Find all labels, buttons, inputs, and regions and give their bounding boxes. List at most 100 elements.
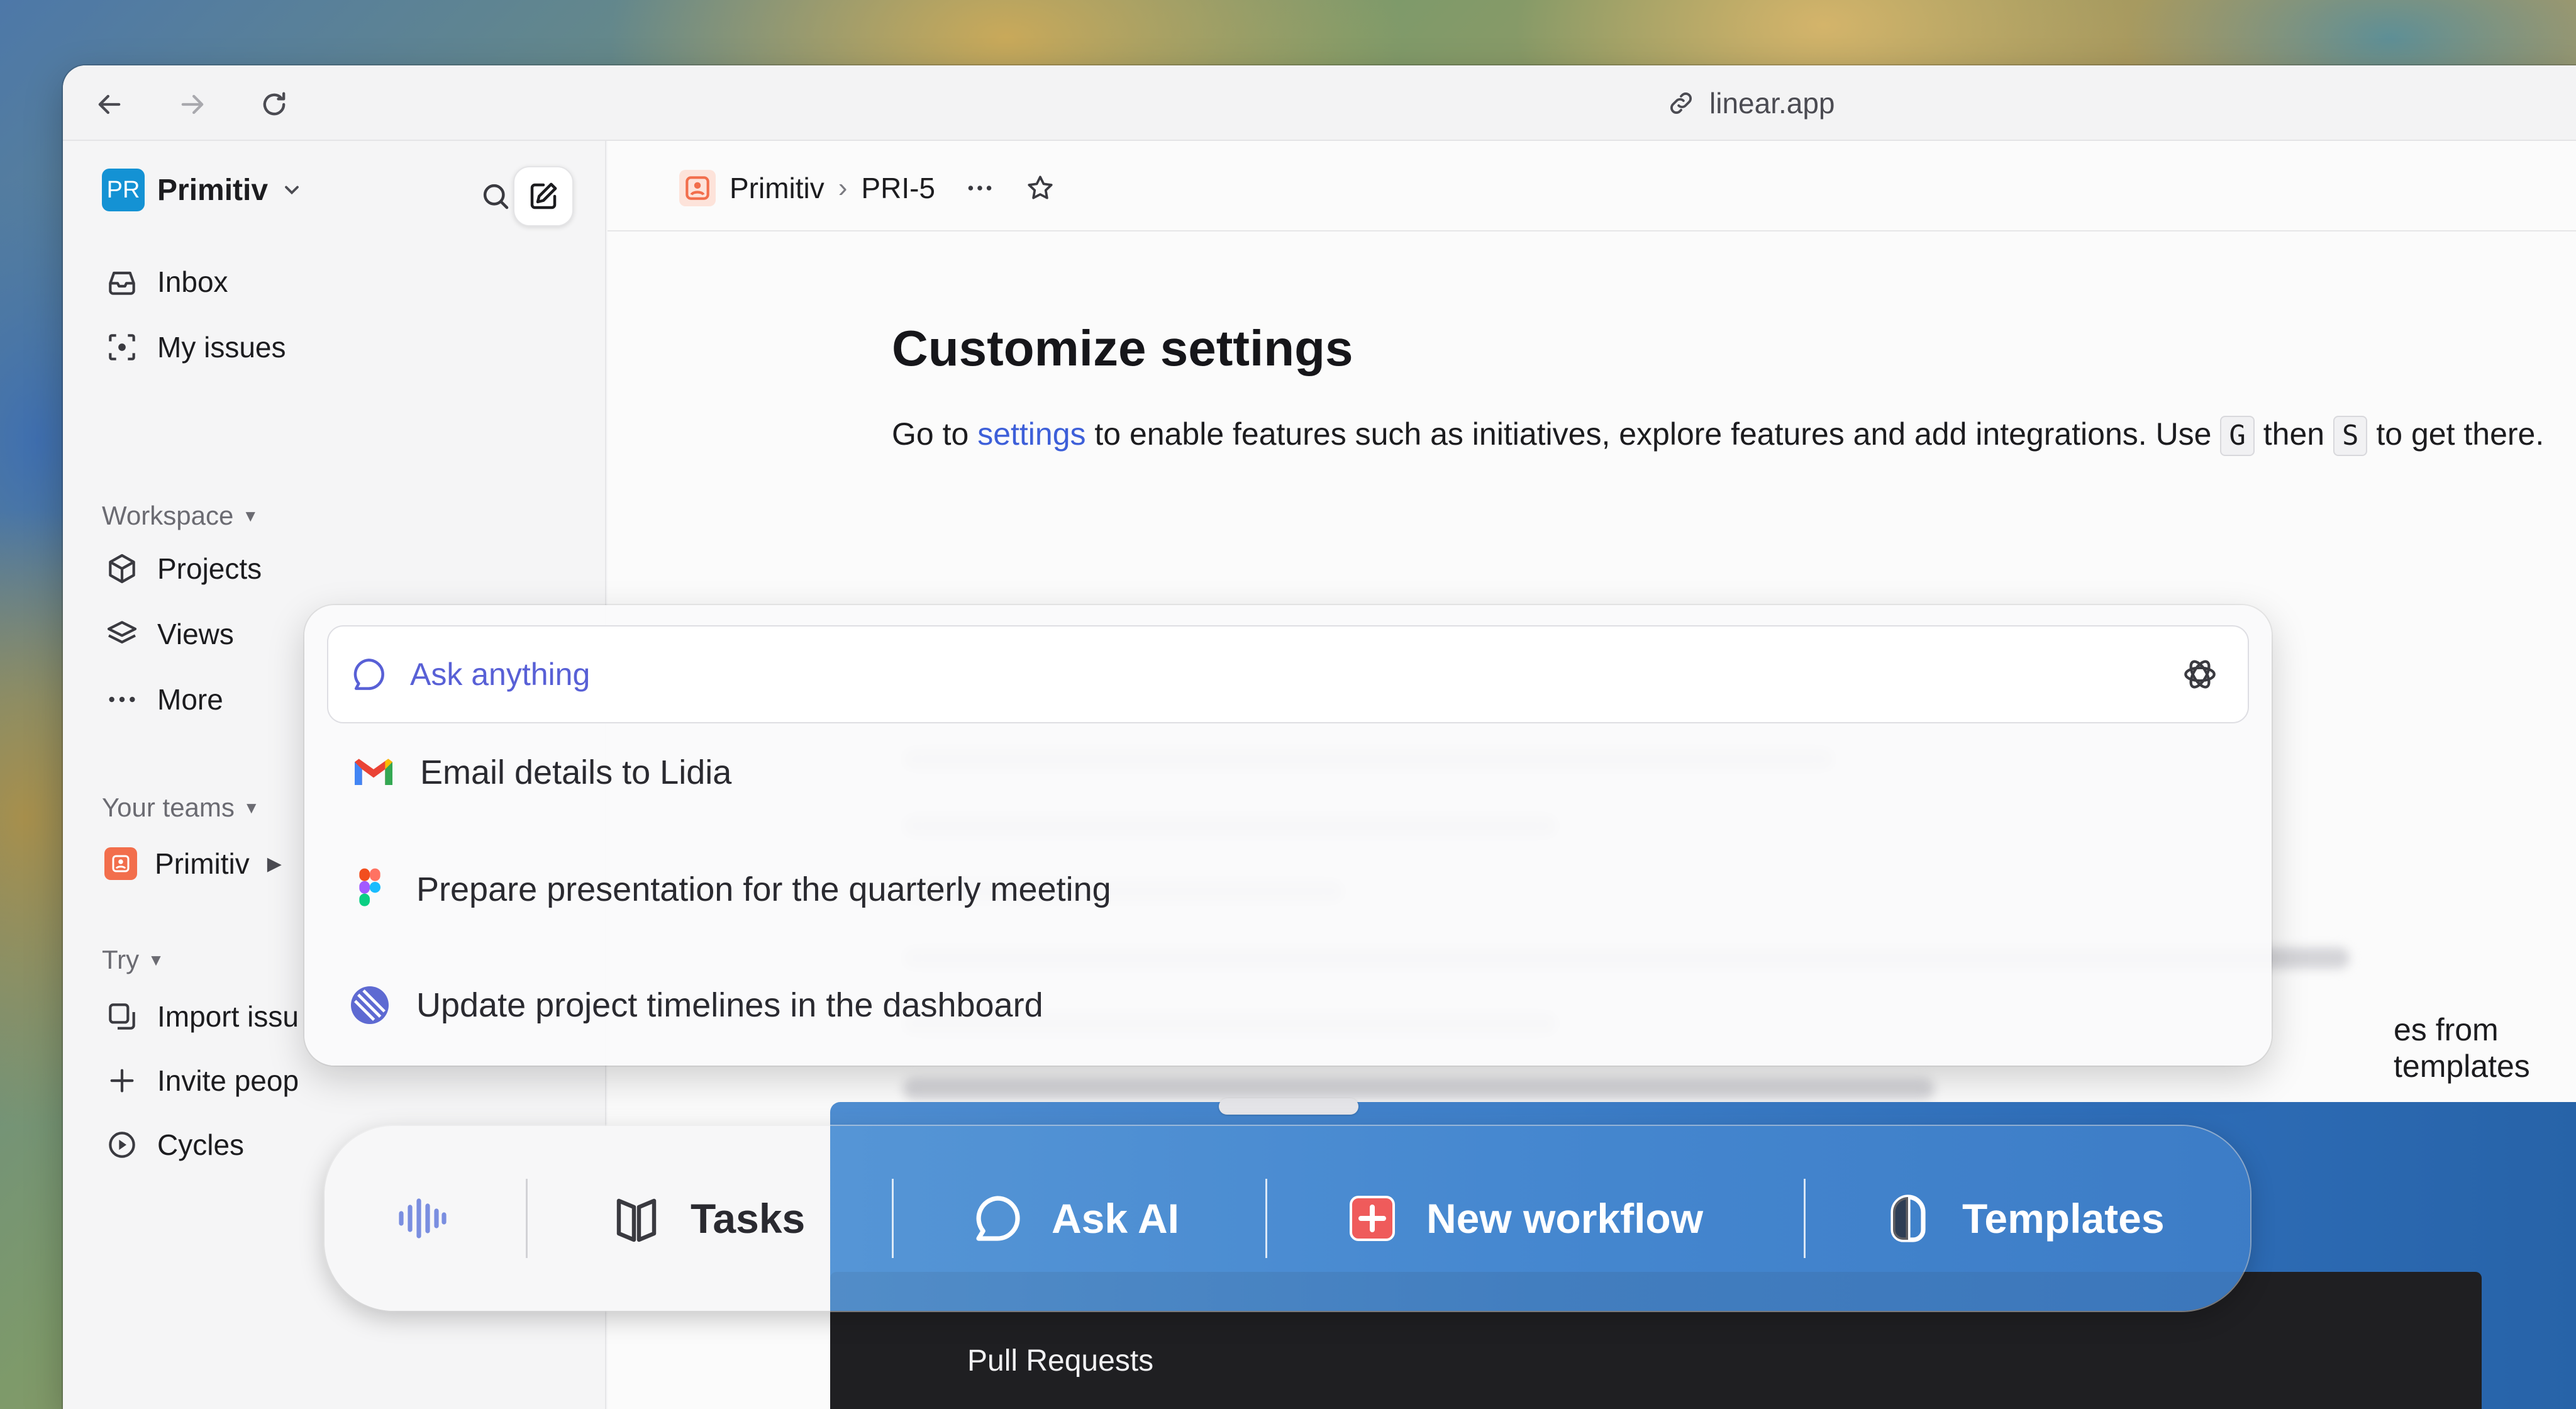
more-icon [109, 696, 135, 703]
templates-icon [1890, 1195, 1926, 1242]
suggestion-label: Email details to Lidia [420, 754, 732, 791]
section-label: Try [102, 945, 140, 974]
reload-button[interactable] [255, 86, 293, 123]
suggestion-email[interactable]: Email details to Lidia [348, 747, 731, 798]
caret-down-icon: ▼ [148, 950, 164, 969]
plus-icon [110, 1069, 134, 1093]
sidebar-item-projects[interactable]: Projects [104, 551, 262, 586]
issue-description[interactable]: Go to settings to enable features such a… [892, 408, 2576, 460]
caret-right-icon: ▶ [267, 853, 282, 874]
description-text: to get there. [2367, 416, 2545, 452]
arrow-right-icon [181, 94, 204, 114]
team-icon [679, 170, 716, 206]
chat-bubble-icon [976, 1196, 1020, 1241]
dock-item-label: Tasks [691, 1195, 806, 1242]
sidebar-item-team-primitiv[interactable]: Primitiv ▶ [104, 847, 282, 881]
layers-icon [107, 621, 137, 643]
section-workspace[interactable]: Workspace ▼ [102, 501, 258, 531]
arrow-left-icon [98, 94, 121, 114]
cube-icon [109, 554, 135, 584]
plus-square-icon [1350, 1196, 1395, 1241]
sidebar-item-my-issues[interactable]: My issues [104, 330, 286, 365]
chat-bubble-icon [353, 659, 384, 690]
drag-handle[interactable] [1219, 1098, 1358, 1115]
chevron-down-icon [285, 186, 299, 195]
linear-icon [351, 986, 389, 1024]
breadcrumb-team[interactable]: Primitiv [730, 171, 824, 205]
breadcrumb-issue[interactable]: PRI-5 [861, 171, 935, 205]
section-your-teams[interactable]: Your teams ▼ [102, 793, 260, 823]
description-text: then [2254, 416, 2333, 452]
dock-item-label: Ask AI [1052, 1195, 1179, 1242]
sidebar-item-label: Cycles [157, 1128, 245, 1161]
target-icon [109, 334, 135, 360]
sidebar-item-label: Projects [157, 552, 262, 585]
dock-item-label: New workflow [1426, 1195, 1704, 1242]
visible-text-fragment: es from templates [2394, 1012, 2530, 1084]
sidebar-item-label: My issues [157, 331, 286, 364]
sidebar-item-views[interactable]: Views [104, 616, 234, 652]
breadcrumb-separator: › [838, 172, 848, 203]
url-text: linear.app [1709, 87, 1835, 120]
description-text: Go to [892, 416, 978, 452]
sidebar-item-invite-people[interactable]: Invite peop [104, 1063, 299, 1098]
section-label: Workspace [102, 501, 234, 530]
sidebar-item-label: Views [157, 618, 234, 650]
sidebar-item-label: Primitiv [155, 847, 250, 880]
suggestion-label: Prepare presentation for the quarterly m… [416, 871, 1111, 908]
action-dock: Tasks Ask AI New workflow Templates [325, 1126, 2250, 1311]
dock-new-workflow[interactable]: New workflow [1342, 1126, 1703, 1311]
forward-button[interactable] [174, 86, 211, 123]
dock-ask-ai[interactable]: Ask AI [967, 1126, 1179, 1311]
command-popup: Ask anything Email details to Lidia Prep… [304, 605, 2272, 1066]
workspace-name: Primitiv [157, 173, 269, 207]
import-icon [109, 1003, 135, 1030]
back-button[interactable] [91, 86, 128, 123]
reload-icon [263, 92, 286, 116]
ask-anything-input[interactable]: Ask anything [327, 625, 2249, 723]
team-icon [104, 847, 137, 880]
issue-title[interactable]: Customize settings [892, 320, 1353, 377]
voice-button[interactable] [391, 1126, 452, 1311]
suggestion-label: Update project timelines in the dashboar… [416, 986, 1043, 1024]
gmail-icon [355, 759, 392, 785]
sidebar-item-inbox[interactable]: Inbox [104, 264, 228, 299]
breadcrumb: Primitiv › PRI-5 [679, 170, 1056, 206]
link-icon [1670, 92, 1692, 114]
ask-placeholder: Ask anything [410, 657, 591, 692]
browser-toolbar: linear.app [63, 65, 2576, 141]
address-bar[interactable]: linear.app [1667, 84, 1835, 122]
sidebar-item-more[interactable]: More [104, 682, 223, 717]
section-label: Your teams [102, 793, 235, 822]
description-text: to enable features such as initiatives, … [1085, 416, 2221, 452]
inbox-icon [109, 271, 135, 295]
search-icon [483, 184, 509, 209]
more-options-icon[interactable] [964, 172, 996, 204]
dock-item-label: Templates [1962, 1195, 2165, 1242]
dock-templates[interactable]: Templates [1878, 1126, 2165, 1311]
suggestion-timelines[interactable]: Update project timelines in the dashboar… [345, 980, 1043, 1030]
star-icon[interactable] [1024, 172, 1056, 204]
new-issue-button[interactable] [513, 166, 574, 226]
cycles-icon [109, 1132, 135, 1158]
sidebar-item-label: Import issu [157, 1000, 299, 1033]
kbd-s: S [2333, 416, 2368, 456]
sidebar-item-label: Inbox [157, 265, 228, 298]
sidebar-item-label: Invite peop [157, 1064, 299, 1097]
settings-link[interactable]: settings [977, 416, 1085, 452]
sidebar-item-cycles[interactable]: Cycles [104, 1127, 244, 1162]
dock-tasks[interactable]: Tasks [606, 1126, 805, 1311]
blurred-text [903, 1078, 1935, 1100]
suggestion-presentation[interactable]: Prepare presentation for the quarterly m… [345, 864, 1111, 915]
workspace-switcher[interactable]: PR Primitiv [102, 169, 303, 211]
sidebar-item-label: More [157, 683, 223, 716]
section-try[interactable]: Try ▼ [102, 945, 164, 975]
workspace-badge: PR [102, 169, 145, 211]
sidebar-item-import-issues[interactable]: Import issu [104, 999, 299, 1034]
kbd-g: G [2220, 416, 2255, 456]
openai-icon[interactable] [2179, 653, 2221, 699]
compose-icon [530, 182, 557, 209]
pull-requests-label: Pull Requests [967, 1344, 1154, 1378]
caret-down-icon: ▼ [243, 798, 260, 817]
figma-icon [359, 868, 380, 906]
